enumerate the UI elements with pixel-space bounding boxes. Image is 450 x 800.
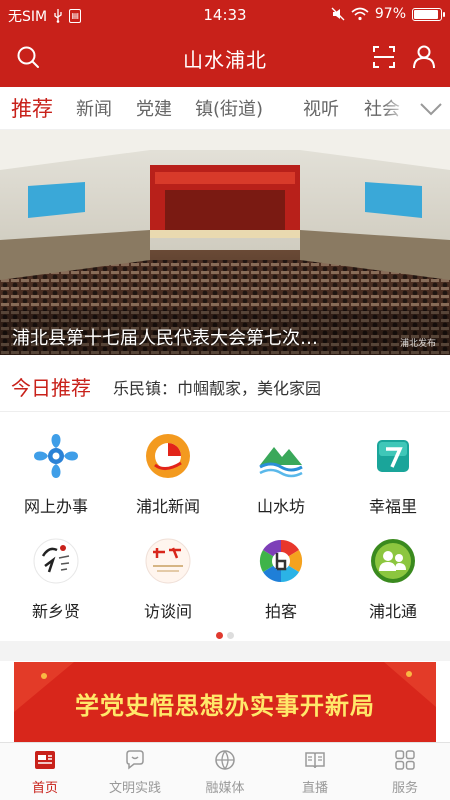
service-label: 拍客 <box>264 602 297 621</box>
media-icon <box>215 750 235 770</box>
wifi-icon <box>351 7 369 21</box>
service-grid: 网上办事 浦北新闻 山水坊 幸福里 新乡贤 访谈间 拍客 浦北通 <box>0 413 450 641</box>
camera-icon <box>259 539 303 583</box>
banner-caption: 浦北县第十七届人民代表大会第七次… <box>12 328 318 349</box>
scan-icon[interactable] <box>371 44 397 70</box>
service-label: 新乡贤 <box>31 602 80 621</box>
home-icon <box>35 751 55 769</box>
xingfuli-icon <box>377 440 409 472</box>
service-paike[interactable]: 拍客 <box>225 518 337 623</box>
service-label: 网上办事 <box>23 497 88 516</box>
nav-media[interactable]: 融媒体 <box>180 743 270 800</box>
status-bar: 无SIM ▤ 14:33 97% <box>0 0 450 30</box>
tab-audiovisual[interactable]: 视听 <box>303 95 339 121</box>
promo-banner[interactable]: 学党史悟思想办实事开新局 <box>14 662 436 742</box>
title-bar: 山水浦北 <box>0 36 450 80</box>
service-label: 幸福里 <box>368 497 417 516</box>
service-shanshuifang[interactable]: 山水坊 <box>225 413 337 518</box>
today-label: 今日推荐 <box>11 376 91 400</box>
nav-civilization[interactable]: 文明实践 <box>90 743 180 800</box>
service-label: 浦北通 <box>368 602 417 621</box>
nav-label: 首页 <box>31 781 58 796</box>
pubei-news-icon <box>146 434 190 478</box>
service-interview[interactable]: 访谈间 <box>112 518 224 623</box>
user-icon[interactable] <box>411 44 437 70</box>
service-label: 访谈间 <box>143 602 192 621</box>
bottom-nav: 首页 文明实践 融媒体 直播 服务 <box>0 742 450 800</box>
service-news[interactable]: 浦北新闻 <box>112 413 224 518</box>
shanshuifang-icon <box>259 447 303 478</box>
nav-services[interactable]: 服务 <box>360 743 450 800</box>
nav-label: 文明实践 <box>108 781 161 796</box>
services-grid-icon <box>395 750 415 770</box>
xinxiangxian-icon <box>33 538 79 584</box>
category-tabs: 推荐 新闻 党建 镇(街道) 视听 社会 <box>0 87 450 130</box>
more-tabs-button[interactable] <box>408 87 450 129</box>
service-xinxiangxian[interactable]: 新乡贤 <box>0 518 112 623</box>
promo-slogan: 学党史悟思想办实事开新局 <box>75 692 375 720</box>
service-pubeitong[interactable]: 浦北通 <box>337 518 449 623</box>
tab-towns[interactable]: 镇(街道) <box>195 95 263 121</box>
tabs-fade <box>382 87 410 129</box>
service-label: 浦北新闻 <box>135 497 200 516</box>
live-icon <box>305 752 325 769</box>
today-headline[interactable]: 乐民镇：巾帼靓家，美化家园 <box>113 375 321 399</box>
nav-live[interactable]: 直播 <box>270 743 360 800</box>
section-divider <box>0 641 450 661</box>
chevron-down-icon <box>420 103 442 116</box>
banner-photo <box>0 130 450 355</box>
today-recommend[interactable]: 今日推荐 乐民镇：巾帼靓家，美化家园 <box>0 355 450 412</box>
nav-home[interactable]: 首页 <box>0 743 90 800</box>
app-root: 无SIM ▤ 14:33 97% 山水浦北 推荐 新闻 党建 镇(街道) 视听 … <box>0 0 450 800</box>
nav-label: 直播 <box>301 781 328 796</box>
page-dot-active[interactable] <box>216 632 223 639</box>
tab-recommend[interactable]: 推荐 <box>11 93 53 123</box>
tab-news[interactable]: 新闻 <box>76 95 112 121</box>
pubeitong-icon <box>371 539 415 583</box>
service-xingfuli[interactable]: 幸福里 <box>337 413 449 518</box>
status-right: 97% <box>331 6 445 22</box>
app-header: 无SIM ▤ 14:33 97% 山水浦北 <box>0 0 450 87</box>
civilization-icon <box>126 750 144 770</box>
headline-banner[interactable]: 浦北县第十七届人民代表大会第七次… 浦北发布 <box>0 130 450 355</box>
service-label: 山水坊 <box>256 497 305 516</box>
nav-label: 融媒体 <box>205 781 245 796</box>
battery-percent: 97% <box>374 6 406 22</box>
nav-label: 服务 <box>391 781 418 796</box>
page-dot[interactable] <box>227 632 234 639</box>
service-online[interactable]: 网上办事 <box>0 413 112 518</box>
mute-icon <box>331 7 345 21</box>
banner-watermark: 浦北发布 <box>399 339 436 349</box>
online-service-icon <box>34 434 78 478</box>
interview-icon <box>145 538 191 584</box>
battery-icon <box>412 7 445 21</box>
tab-party[interactable]: 党建 <box>136 95 172 121</box>
